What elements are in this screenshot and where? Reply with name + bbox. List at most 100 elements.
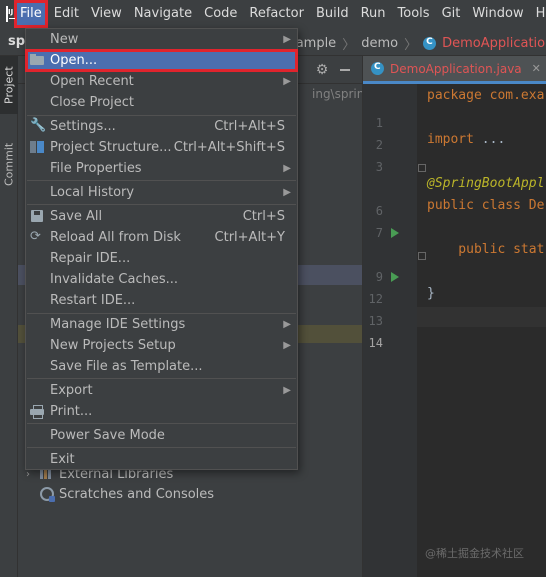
minimize-icon[interactable] — [340, 69, 350, 71]
menu-item-reload-all[interactable]: ⟳ Reload All from Disk Ctrl+Alt+Y — [26, 227, 297, 248]
submenu-arrow-icon: ▶ — [283, 319, 291, 330]
menu-item-close-project[interactable]: Close Project — [26, 92, 297, 113]
menu-item-local-history[interactable]: Local History ▶ — [26, 182, 297, 203]
line-number: 7 — [375, 226, 383, 240]
code-line[interactable]: public stat — [427, 242, 544, 257]
menu-edit[interactable]: Edit — [48, 0, 85, 28]
line-number: 6 — [375, 204, 383, 218]
menu-item-label: Manage IDE Settings — [50, 317, 186, 332]
breadcrumb-separator-icon: 〉 — [342, 38, 356, 53]
menu-item-label: File Properties — [50, 161, 142, 176]
menu-view[interactable]: View — [85, 0, 128, 28]
menu-navigate[interactable]: Navigate — [128, 0, 198, 28]
menu-tools[interactable]: Tools — [392, 0, 436, 28]
scratches-icon — [40, 487, 55, 502]
menu-item-exit[interactable]: Exit — [26, 449, 297, 470]
close-icon[interactable]: ✕ — [532, 62, 541, 75]
menu-separator — [27, 180, 296, 181]
fold-icon[interactable] — [418, 164, 426, 172]
menu-item-export[interactable]: Export ▶ — [26, 380, 297, 401]
line-number: 3 — [375, 160, 383, 174]
project-structure-icon — [30, 140, 44, 154]
menu-item-open[interactable]: Open... — [25, 49, 298, 72]
menu-code[interactable]: Code — [198, 0, 243, 28]
menu-run[interactable]: Run — [355, 0, 392, 28]
submenu-arrow-icon: ▶ — [283, 34, 291, 45]
menu-item-label: Reload All from Disk — [50, 230, 181, 245]
submenu-arrow-icon: ▶ — [283, 76, 291, 87]
menu-item-new[interactable]: New ▶ — [26, 29, 297, 50]
menu-item-label: Restart IDE... — [50, 293, 136, 308]
code-line[interactable]: package com.exa — [427, 88, 544, 103]
submenu-arrow-icon: ▶ — [283, 385, 291, 396]
menu-item-shortcut: Ctrl+Alt+Y — [214, 230, 285, 245]
menu-item-new-projects-setup[interactable]: New Projects Setup ▶ — [26, 335, 297, 356]
menu-item-label: Local History — [50, 185, 135, 200]
code-keyword: import — [427, 132, 474, 147]
menu-separator — [27, 378, 296, 379]
menu-item-project-structure[interactable]: Project Structure... Ctrl+Alt+Shift+S — [26, 137, 297, 158]
fold-icon[interactable] — [418, 252, 426, 260]
menu-item-power-save-mode[interactable]: Power Save Mode — [26, 425, 297, 446]
submenu-arrow-icon: ▶ — [283, 163, 291, 174]
code-text: public stat — [427, 242, 545, 257]
menu-item-label: Export — [50, 383, 93, 398]
expand-arrow-icon[interactable]: › — [26, 469, 40, 480]
tree-item-label: Scratches and Consoles — [59, 486, 215, 502]
folder-icon — [30, 53, 44, 67]
menu-build[interactable]: Build — [310, 0, 355, 28]
editor-gutter: 1 2 3 6 7 9 12 13 14 — [363, 84, 417, 577]
menu-item-label: Close Project — [50, 95, 135, 110]
menu-item-label: Settings... — [50, 119, 116, 134]
menu-item-manage-ide-settings[interactable]: Manage IDE Settings ▶ — [26, 314, 297, 335]
code-text: public class De — [427, 198, 545, 213]
breadcrumb-demo[interactable]: demo — [361, 36, 398, 51]
line-number: 2 — [375, 138, 383, 152]
run-icon[interactable] — [391, 228, 399, 238]
main-menubar: File Edit View Navigate Code Refactor Bu… — [0, 0, 546, 28]
menu-item-repair-ide[interactable]: Repair IDE... — [26, 248, 297, 269]
code-text: package com.exa — [427, 88, 545, 103]
code-annotation: @SpringBootAppl — [427, 176, 545, 191]
menu-git[interactable]: Git — [436, 0, 467, 28]
menu-item-restart-ide[interactable]: Restart IDE... — [26, 290, 297, 311]
menu-item-open-recent[interactable]: Open Recent ▶ — [26, 71, 297, 92]
menu-refactor[interactable]: Refactor — [243, 0, 310, 28]
breadcrumb-separator-icon: 〉 — [404, 38, 418, 53]
menu-item-label: Invalidate Caches... — [50, 272, 179, 287]
menu-item-label: Print... — [50, 404, 93, 419]
file-menu-dropdown: New ▶ Open... Open Recent ▶ Close Projec… — [25, 28, 298, 470]
tab-title: DemoApplication.java — [390, 61, 522, 76]
menu-item-file-properties[interactable]: File Properties ▶ — [26, 158, 297, 179]
save-icon — [30, 209, 44, 223]
submenu-arrow-icon: ▶ — [283, 340, 291, 351]
line-number: 12 — [368, 292, 383, 306]
gear-icon[interactable]: ⚙ — [314, 62, 330, 78]
menu-item-label: New Projects Setup — [50, 338, 176, 353]
menu-help[interactable]: Help — [530, 0, 546, 28]
menu-item-label: Project Structure... — [50, 140, 172, 155]
menu-file[interactable]: File — [14, 0, 48, 28]
menu-item-shortcut: Ctrl+S — [242, 209, 285, 224]
menu-item-invalidate-caches[interactable]: Invalidate Caches... — [26, 269, 297, 290]
code-text: } — [427, 286, 435, 301]
code-line[interactable]: import ... — [427, 132, 505, 147]
run-icon[interactable] — [391, 272, 399, 282]
menu-item-settings[interactable]: 🔧 Settings... Ctrl+Alt+S — [26, 116, 297, 137]
left-tool-strip: Project Commit — [0, 56, 18, 577]
project-tool-tab[interactable]: Project — [0, 56, 18, 114]
menu-separator — [27, 423, 296, 424]
code-line[interactable]: public class De — [427, 198, 544, 213]
menu-item-save-all[interactable]: Save All Ctrl+S — [26, 206, 297, 227]
code-line[interactable]: } — [427, 286, 435, 301]
editor-tab-demoapplication[interactable]: DemoApplication.java ✕ — [363, 56, 546, 84]
menu-item-print[interactable]: Print... — [26, 401, 297, 422]
menu-window[interactable]: Window — [466, 0, 529, 28]
breadcrumb-class[interactable]: DemoApplication — [442, 36, 546, 51]
tree-item-scratches[interactable]: Scratches and Consoles — [26, 484, 214, 504]
commit-tool-tab[interactable]: Commit — [0, 134, 18, 194]
current-line-highlight — [417, 307, 546, 327]
menu-item-label: New — [50, 32, 79, 47]
menu-item-save-as-template[interactable]: Save File as Template... — [26, 356, 297, 377]
code-line[interactable]: @SpringBootAppl — [427, 176, 544, 191]
